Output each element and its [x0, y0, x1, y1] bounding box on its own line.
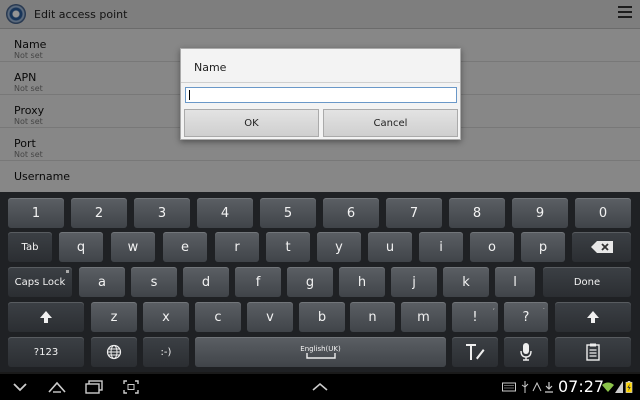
caps-lock-label: Caps Lock	[14, 276, 66, 288]
key-l[interactable]: l	[495, 267, 535, 297]
text-caret	[189, 90, 190, 100]
hide-keyboard-button[interactable]	[8, 378, 32, 396]
key-o[interactable]: o	[470, 232, 514, 262]
caps-indicator	[66, 270, 69, 273]
key-i[interactable]: i	[419, 232, 463, 262]
space-language-label: English(UK)	[300, 345, 341, 353]
key-4[interactable]: 4	[197, 198, 253, 228]
key-c[interactable]: c	[195, 302, 241, 332]
key-8[interactable]: 8	[449, 198, 505, 228]
name-dialog: Name OK Cancel	[180, 48, 461, 140]
shift-arrow-icon	[40, 311, 52, 323]
key-0[interactable]: 0	[575, 198, 631, 228]
key-question-alt: .	[542, 303, 545, 311]
key-z[interactable]: z	[91, 302, 137, 332]
backspace-key[interactable]	[572, 232, 631, 262]
key-q[interactable]: q	[59, 232, 103, 262]
key-h[interactable]: h	[339, 267, 385, 297]
key-3[interactable]: 3	[134, 198, 190, 228]
usb-debugging-icon	[532, 381, 542, 392]
usb-icon	[521, 381, 529, 393]
key-v[interactable]: v	[247, 302, 293, 332]
key-f[interactable]: f	[235, 267, 281, 297]
clipboard-icon	[586, 343, 600, 361]
key-exclamation-alt: ,	[492, 303, 495, 311]
ok-button[interactable]: OK	[184, 109, 319, 137]
shift-arrow-icon	[587, 311, 599, 323]
chevron-down-icon	[13, 383, 27, 392]
home-button[interactable]	[44, 378, 70, 396]
screen-capture-icon	[123, 380, 139, 394]
key-9[interactable]: 9	[512, 198, 568, 228]
home-icon	[48, 381, 66, 393]
key-6[interactable]: 6	[323, 198, 379, 228]
caps-lock-key[interactable]: Caps Lock	[8, 267, 72, 297]
microphone-icon	[520, 343, 532, 361]
key-e[interactable]: e	[163, 232, 207, 262]
key-d[interactable]: d	[183, 267, 229, 297]
key-5[interactable]: 5	[260, 198, 316, 228]
shift-key-left[interactable]	[8, 302, 84, 332]
emoticon-key[interactable]: :-)	[143, 337, 189, 367]
key-g[interactable]: g	[287, 267, 333, 297]
space-key[interactable]: English(UK)	[195, 337, 446, 367]
language-key[interactable]	[91, 337, 137, 367]
key-question[interactable]: ? .	[504, 302, 548, 332]
key-j[interactable]: j	[391, 267, 437, 297]
key-u[interactable]: u	[368, 232, 412, 262]
key-a[interactable]: a	[79, 267, 125, 297]
space-bar-icon	[305, 353, 336, 359]
key-r[interactable]: r	[215, 232, 259, 262]
keyboard-status-icon	[502, 382, 516, 392]
key-exclamation-label: !	[472, 309, 478, 325]
download-icon	[545, 382, 553, 393]
shift-key-right[interactable]	[555, 302, 631, 332]
battery-charging-icon	[625, 381, 633, 393]
key-b[interactable]: b	[299, 302, 345, 332]
done-key[interactable]: Done	[543, 267, 631, 297]
recent-apps-button[interactable]	[82, 378, 106, 396]
clipboard-key[interactable]	[555, 337, 631, 367]
show-more-button[interactable]	[308, 378, 332, 396]
dialog-title: Name	[181, 49, 460, 83]
key-t[interactable]: t	[266, 232, 310, 262]
key-x[interactable]: x	[143, 302, 189, 332]
status-clock: 07:27	[558, 377, 605, 396]
key-question-label: ?	[522, 309, 530, 325]
tab-key[interactable]: Tab	[8, 232, 52, 262]
key-1[interactable]: 1	[8, 198, 64, 228]
soft-keyboard: 1 2 3 4 5 6 7 8 9 0 Tab q w e r t y u i …	[0, 192, 640, 372]
key-m[interactable]: m	[401, 302, 446, 332]
screen-capture-button[interactable]	[120, 378, 142, 396]
globe-icon	[106, 344, 122, 360]
key-k[interactable]: k	[443, 267, 489, 297]
key-y[interactable]: y	[317, 232, 361, 262]
chevron-up-icon	[312, 382, 328, 391]
signal-icon	[615, 381, 623, 393]
key-exclamation[interactable]: ! ,	[452, 302, 498, 332]
name-input[interactable]	[185, 87, 457, 103]
handwriting-key[interactable]	[452, 337, 498, 367]
recent-apps-icon	[85, 380, 103, 394]
cancel-button[interactable]: Cancel	[323, 109, 458, 137]
wifi-icon	[602, 382, 614, 392]
voice-input-key[interactable]	[504, 337, 548, 367]
key-2[interactable]: 2	[71, 198, 127, 228]
handwriting-pen-icon	[466, 344, 485, 360]
key-s[interactable]: s	[131, 267, 177, 297]
key-n[interactable]: n	[350, 302, 395, 332]
system-navigation-bar: 07:27	[0, 374, 640, 400]
symbols-key[interactable]: ?123	[8, 337, 84, 367]
key-7[interactable]: 7	[386, 198, 442, 228]
key-w[interactable]: w	[111, 232, 155, 262]
key-p[interactable]: p	[521, 232, 565, 262]
backspace-icon	[590, 241, 613, 253]
